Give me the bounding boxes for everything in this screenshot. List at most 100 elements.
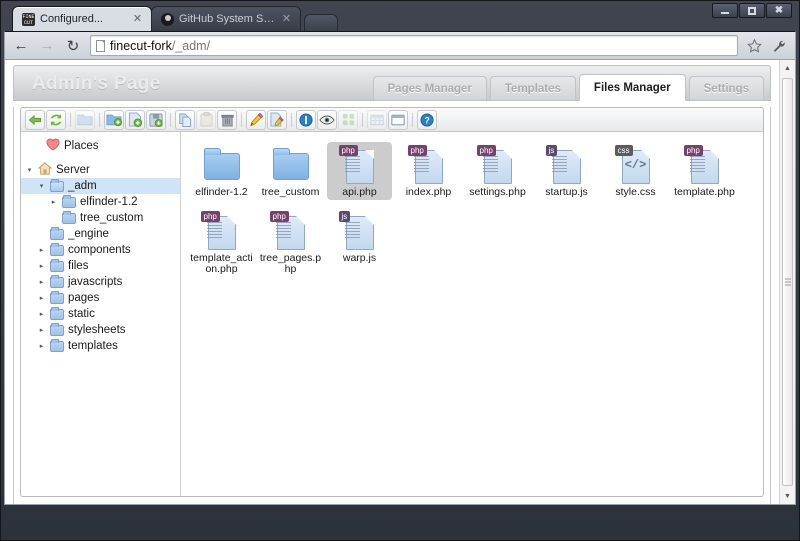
tree-item-_adm[interactable]: ▾ _adm — [21, 178, 180, 194]
chevron-right-icon[interactable]: ▸ — [37, 294, 46, 303]
reload-icon[interactable]: ↻ — [61, 34, 85, 58]
php-file-icon: php — [269, 211, 312, 251]
elfinder-tree[interactable]: ▸ Places ▾ — [21, 132, 181, 496]
file-type-badge: php — [683, 145, 703, 156]
icons-view-button[interactable] — [338, 109, 358, 130]
chevron-right-icon[interactable]: ▸ — [37, 246, 46, 255]
toolbar-separator — [291, 112, 292, 127]
tree-item-server[interactable]: ▾ Server — [21, 162, 180, 178]
tab-templates[interactable]: Templates — [489, 76, 576, 100]
browser-tab-github[interactable]: GitHub System Status ✕ — [151, 6, 301, 31]
back-button[interactable] — [25, 109, 45, 130]
file-type-badge: php — [338, 145, 358, 156]
file-item-startup.js[interactable]: js startup.js — [534, 142, 599, 200]
tree-item-label: Server — [56, 164, 90, 176]
new-file-button[interactable] — [125, 109, 145, 130]
scroll-up-arrow-icon[interactable]: ▲ — [780, 60, 795, 76]
close-icon[interactable]: ✕ — [281, 13, 292, 25]
close-button[interactable]: ✖ — [766, 3, 792, 18]
tree-item-elfinder-1.2[interactable]: ▸ elfinder-1.2 — [21, 194, 180, 210]
file-item-template_action.php[interactable]: php template_action.php — [189, 208, 254, 277]
tree-item-stylesheets[interactable]: ▸ stylesheets — [21, 322, 180, 338]
css-file-icon: </> css — [614, 145, 657, 185]
delete-trash-button[interactable] — [217, 109, 237, 130]
tree-item-components[interactable]: ▸ components — [21, 242, 180, 258]
file-item-elfinder-1.2[interactable]: elfinder-1.2 — [189, 142, 254, 200]
tree-item-templates[interactable]: ▸ templates — [21, 338, 180, 354]
address-bar[interactable]: finecut-fork/_adm/ — [90, 35, 738, 56]
page-title: Admin's Page — [32, 73, 161, 94]
file-item-settings.php[interactable]: php settings.php — [465, 142, 530, 200]
tab-title: GitHub System Status — [179, 13, 276, 25]
tree-item-places[interactable]: ▸ Places — [21, 138, 180, 154]
file-name: tree_custom — [261, 186, 320, 198]
edit-file-button[interactable] — [267, 109, 287, 130]
folder-icon — [270, 145, 312, 185]
tree-item-static[interactable]: ▸ static — [21, 306, 180, 322]
toolbar-separator — [362, 112, 363, 127]
maximize-button[interactable] — [739, 3, 765, 18]
elfinder-widget: ? ▸ — [20, 107, 764, 497]
folder-icon — [50, 290, 64, 304]
file-item-api.php[interactable]: php api.php — [327, 142, 392, 200]
chevron-right-icon[interactable]: ▸ — [37, 278, 46, 287]
page-scrollbar[interactable]: ▲ ▼ — [779, 60, 795, 504]
tree-item-tree_custom[interactable]: ▸ tree_custom — [21, 210, 180, 226]
page-viewport: Admin's Page Pages Manager Templates Fil… — [4, 60, 796, 505]
elfinder-file-grid[interactable]: elfinder-1.2 tree_custom php api.php php… — [181, 132, 763, 496]
preview-eye-button[interactable] — [317, 109, 337, 130]
chevron-right-icon[interactable]: ▸ — [37, 262, 46, 271]
minimize-button[interactable] — [712, 3, 738, 18]
file-name: style.css — [615, 186, 656, 198]
rename-pencil-button[interactable] — [246, 109, 266, 130]
back-icon[interactable]: ← — [9, 34, 33, 58]
tree-item-pages[interactable]: ▸ pages — [21, 290, 180, 306]
open-folder-button[interactable] — [75, 109, 95, 130]
tree-item-javascripts[interactable]: ▸ javascripts — [21, 274, 180, 290]
forward-icon[interactable]: → — [35, 34, 59, 58]
tab-pages-manager[interactable]: Pages Manager — [372, 76, 487, 100]
scrollbar-thumb[interactable] — [782, 78, 793, 486]
tree-item-files[interactable]: ▸ files — [21, 258, 180, 274]
info-button[interactable] — [296, 109, 316, 130]
window-controls: ✖ — [712, 3, 792, 18]
file-name: elfinder-1.2 — [195, 186, 248, 198]
bookmark-star-icon[interactable] — [743, 34, 765, 58]
reload-button[interactable] — [46, 109, 66, 130]
scroll-down-arrow-icon[interactable]: ▼ — [780, 488, 795, 504]
chevron-right-icon[interactable]: ▸ — [37, 326, 46, 335]
tab-files-manager[interactable]: Files Manager — [578, 74, 686, 101]
list-view-button[interactable] — [367, 109, 387, 130]
copy-button[interactable] — [175, 109, 195, 130]
tab-settings[interactable]: Settings — [688, 76, 764, 100]
browser-tab-configured[interactable]: FINE CUT Configured... ✕ — [12, 6, 152, 31]
wrench-menu-icon[interactable] — [767, 34, 791, 58]
chevron-down-icon[interactable]: ▾ — [25, 166, 34, 175]
tree-item-label: javascripts — [68, 276, 123, 288]
file-name: startup.js — [545, 186, 588, 198]
new-folder-button[interactable] — [104, 109, 124, 130]
details-view-button[interactable] — [388, 109, 408, 130]
file-type-badge: js — [338, 211, 351, 222]
new-tab-button[interactable] — [304, 14, 338, 31]
file-item-warp.js[interactable]: js warp.js — [327, 208, 392, 277]
folder-icon — [50, 338, 64, 352]
help-button[interactable]: ? — [417, 109, 437, 130]
file-item-tree_pages.php[interactable]: php tree_pages.php — [258, 208, 323, 277]
paste-button[interactable] — [196, 109, 216, 130]
chevron-right-icon[interactable]: ▸ — [37, 342, 46, 351]
chevron-right-icon[interactable]: ▸ — [37, 310, 46, 319]
close-icon[interactable]: ✕ — [132, 13, 143, 25]
chevron-down-icon[interactable]: ▾ — [37, 182, 46, 191]
file-item-template.php[interactable]: php template.php — [672, 142, 737, 200]
file-item-tree_custom[interactable]: tree_custom — [258, 142, 323, 200]
tab-title: Configured... — [40, 13, 103, 25]
file-item-index.php[interactable]: php index.php — [396, 142, 461, 200]
file-item-style.css[interactable]: </> css style.css — [603, 142, 668, 200]
folder-icon — [50, 306, 64, 320]
php-file-icon: php — [338, 145, 381, 185]
tree-item-_engine[interactable]: ▸ _engine — [21, 226, 180, 242]
tree-item-label: pages — [68, 292, 100, 304]
chevron-right-icon[interactable]: ▸ — [49, 198, 58, 207]
upload-save-button[interactable] — [146, 109, 166, 130]
